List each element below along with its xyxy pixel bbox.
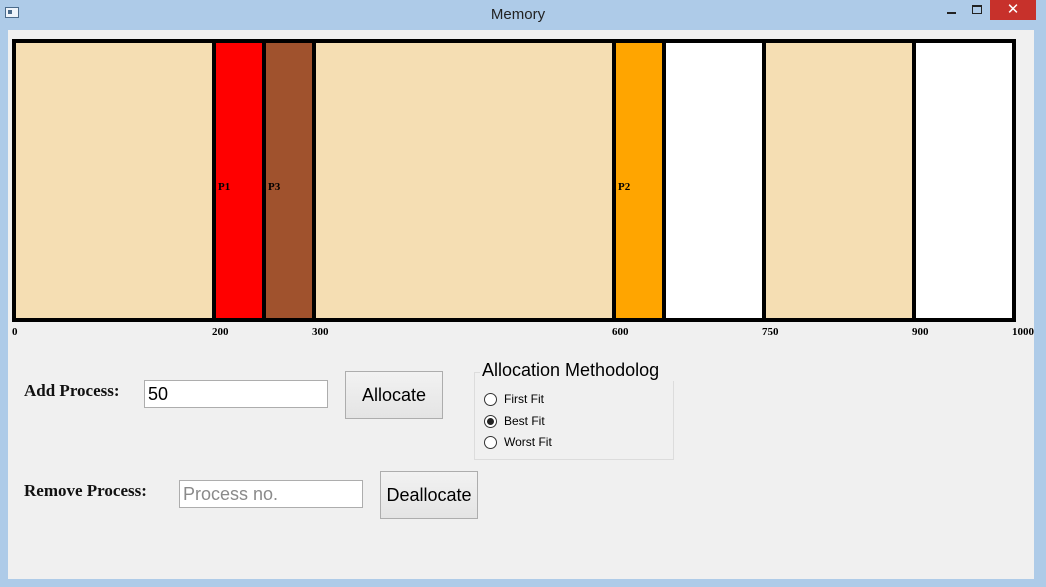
radio-label-first-fit: First Fit bbox=[504, 392, 544, 406]
address-tick-label: 750 bbox=[762, 326, 779, 338]
memory-hole bbox=[12, 39, 216, 322]
add-process-input[interactable] bbox=[144, 380, 328, 408]
remove-process-label: Remove Process: bbox=[24, 481, 147, 500]
window-client-area: P1 P3 P2 0 200 300 600 750 900 1000 Add Process: … bbox=[8, 30, 1034, 579]
deallocate-button[interactable]: Deallocate bbox=[380, 471, 478, 519]
radio-label-worst-fit: Worst Fit bbox=[504, 435, 552, 449]
memory-hole bbox=[662, 39, 766, 322]
process-label-p1: P1 bbox=[218, 181, 230, 193]
memory-hole bbox=[312, 39, 616, 322]
window-title: Memory bbox=[490, 6, 546, 23]
window-border-bottom bbox=[0, 579, 1046, 587]
address-tick-label: 0 bbox=[12, 326, 18, 338]
minimize-button[interactable] bbox=[938, 0, 964, 20]
radio-worst-fit[interactable]: Worst Fit bbox=[484, 434, 552, 450]
radio-label-best-fit: Best Fit bbox=[504, 414, 545, 428]
memory-hole bbox=[912, 39, 1016, 322]
allocate-button[interactable]: Allocate bbox=[345, 371, 443, 419]
maximize-button[interactable] bbox=[964, 0, 990, 20]
memory-hole bbox=[762, 39, 916, 322]
radio-first-fit[interactable]: First Fit bbox=[484, 391, 544, 407]
title-bar: Memory ✕ bbox=[0, 0, 1046, 30]
address-tick-label: 600 bbox=[612, 326, 629, 338]
process-label-p3: P3 bbox=[268, 181, 281, 193]
allocation-methodology-title: Allocation Methodolog bbox=[480, 360, 676, 381]
radio-button-icon[interactable] bbox=[484, 435, 497, 449]
add-process-label: Add Process: bbox=[24, 381, 120, 400]
process-label-p2: P2 bbox=[618, 181, 631, 193]
radio-button-icon[interactable] bbox=[484, 392, 497, 406]
address-tick-label: 1000 bbox=[1012, 326, 1034, 338]
address-tick-label: 900 bbox=[912, 326, 929, 338]
close-button[interactable]: ✕ bbox=[990, 0, 1036, 20]
remove-process-input[interactable] bbox=[179, 480, 363, 508]
radio-best-fit[interactable]: Best Fit bbox=[484, 413, 545, 429]
window-border-right bbox=[1034, 30, 1046, 587]
address-tick-label: 200 bbox=[212, 326, 229, 338]
memory-map: P1 P3 P2 0 200 300 600 750 900 1000 bbox=[12, 39, 1034, 338]
address-tick-label: 300 bbox=[312, 326, 329, 338]
radio-button-selected-icon[interactable] bbox=[484, 414, 497, 428]
